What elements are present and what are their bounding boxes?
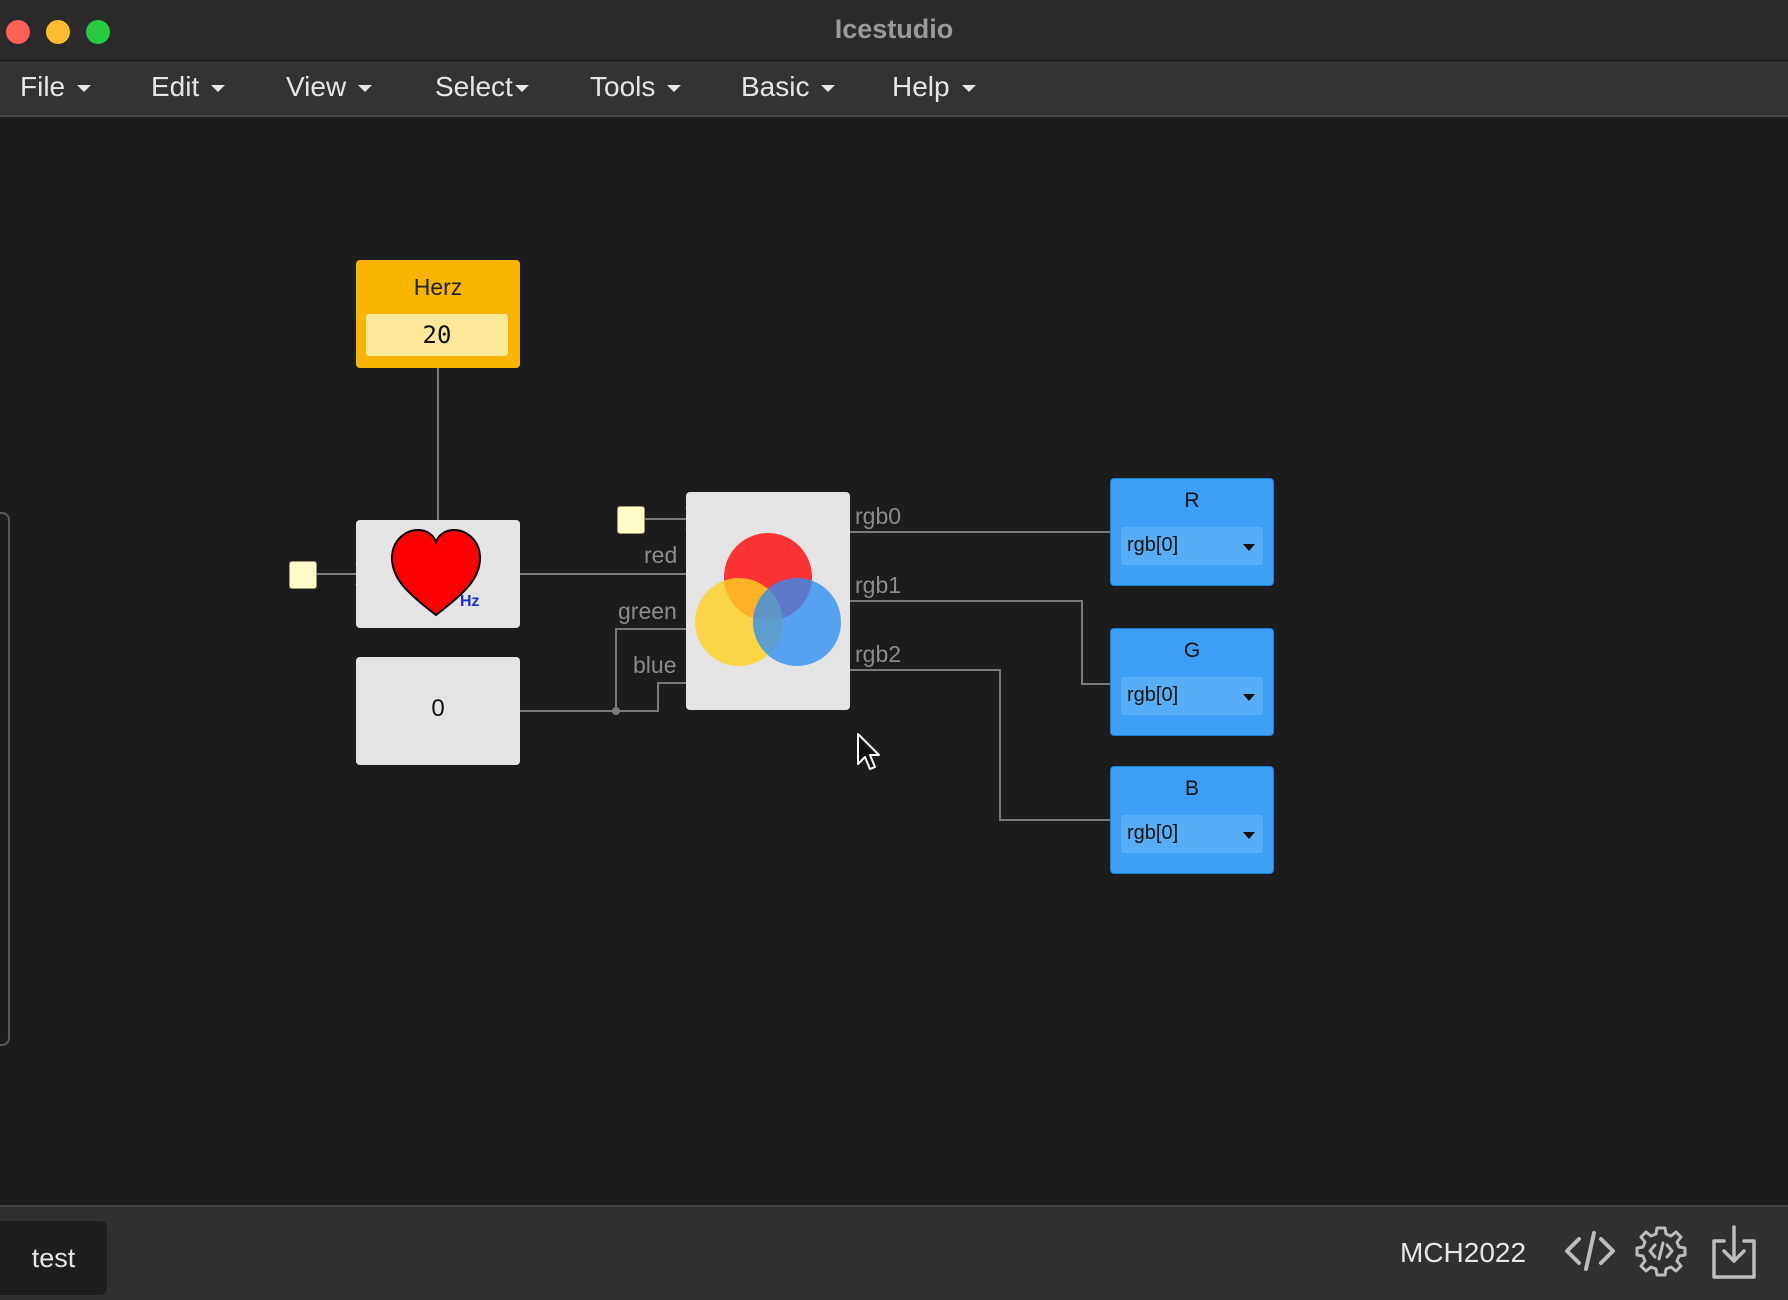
menu-help-label: Help (892, 71, 950, 102)
port-label-rgb0: rgb0 (855, 503, 902, 529)
menu-bar: File Edit View Select Tools Basic Help (0, 61, 1788, 117)
chevron-down-icon (514, 85, 529, 93)
menu-file[interactable]: File (20, 71, 92, 103)
heart-hz-block[interactable]: Hz (356, 520, 520, 628)
project-tab[interactable]: test (0, 1221, 107, 1295)
port-label-rgb2: rgb2 (855, 641, 902, 667)
chevron-down-icon (77, 85, 92, 93)
menu-basic[interactable]: Basic (741, 71, 836, 103)
pin-select-value: rgb[0] (1127, 534, 1179, 556)
menu-basic-label: Basic (741, 71, 810, 102)
chevron-down-icon (358, 85, 373, 93)
board-name[interactable]: MCH2022 (1400, 1237, 1526, 1269)
port-label-blue: blue (633, 652, 677, 678)
title-bar: Icestudio (0, 0, 1788, 61)
pin-select-b[interactable]: rgb[0] (1121, 815, 1263, 853)
chevron-down-icon (961, 85, 976, 93)
settings-gear-icon[interactable] (1635, 1225, 1687, 1277)
menu-tools-label: Tools (590, 71, 656, 102)
port-label-green: green (618, 598, 677, 624)
rgb-input-port[interactable] (617, 506, 645, 534)
menu-edit-label: Edit (151, 71, 200, 102)
mouse-pointer-icon (857, 733, 880, 770)
output-pin-r[interactable]: R rgb[0] (1110, 478, 1274, 586)
herz-constant-block[interactable]: Herz 20 (356, 260, 520, 368)
menu-tools[interactable]: Tools (590, 71, 682, 103)
rgb-led-block[interactable] (686, 492, 850, 710)
heart-input-port[interactable] (289, 561, 317, 589)
output-label-b: B (1184, 777, 1199, 800)
menu-file-label: File (20, 71, 66, 102)
download-icon[interactable] (1710, 1225, 1758, 1281)
wire-zero-to-blue (616, 682, 686, 712)
chevron-down-icon (821, 85, 836, 93)
hz-unit-label: Hz (460, 593, 480, 610)
menu-select[interactable]: Select (435, 71, 529, 103)
chevron-down-icon (1243, 832, 1255, 839)
chevron-down-icon (1243, 694, 1255, 701)
window-title: Icestudio (834, 14, 954, 44)
chevron-down-icon (1243, 544, 1255, 551)
port-label-rgb1: rgb1 (855, 572, 902, 598)
menu-edit[interactable]: Edit (151, 71, 226, 103)
menu-help[interactable]: Help (892, 71, 976, 103)
pin-select-value: rgb[0] (1127, 684, 1179, 706)
design-canvas[interactable]: Herz 20 Hz 0 red green blue rgb0 rgb1 rg… (0, 117, 1788, 1205)
rgb-circles-icon (695, 533, 841, 666)
chevron-down-icon (667, 85, 682, 93)
wire-junction (612, 707, 620, 715)
menu-view[interactable]: View (286, 71, 373, 103)
constant-value: 0 (431, 695, 445, 722)
output-label-g: G (1183, 639, 1201, 662)
output-pin-g[interactable]: G rgb[0] (1110, 628, 1274, 736)
port-label-red: red (644, 542, 678, 568)
status-bar: test MCH2022 (0, 1205, 1788, 1300)
constant-zero-block[interactable]: 0 (356, 657, 520, 765)
wire-rgb2-to-b (850, 669, 1110, 821)
pin-select-value: rgb[0] (1127, 822, 1179, 844)
pin-select-g[interactable]: rgb[0] (1121, 677, 1263, 715)
output-pin-b[interactable]: B rgb[0] (1110, 766, 1274, 874)
output-label-r: R (1184, 489, 1200, 512)
heart-icon: Hz (390, 528, 482, 617)
herz-value-field[interactable]: 20 (366, 314, 508, 356)
herz-label: Herz (413, 274, 463, 300)
code-icon[interactable] (1563, 1225, 1617, 1277)
menu-view-label: View (286, 71, 347, 102)
pin-select-r[interactable]: rgb[0] (1121, 527, 1263, 565)
chevron-down-icon (211, 85, 226, 93)
menu-select-label: Select (435, 71, 513, 102)
